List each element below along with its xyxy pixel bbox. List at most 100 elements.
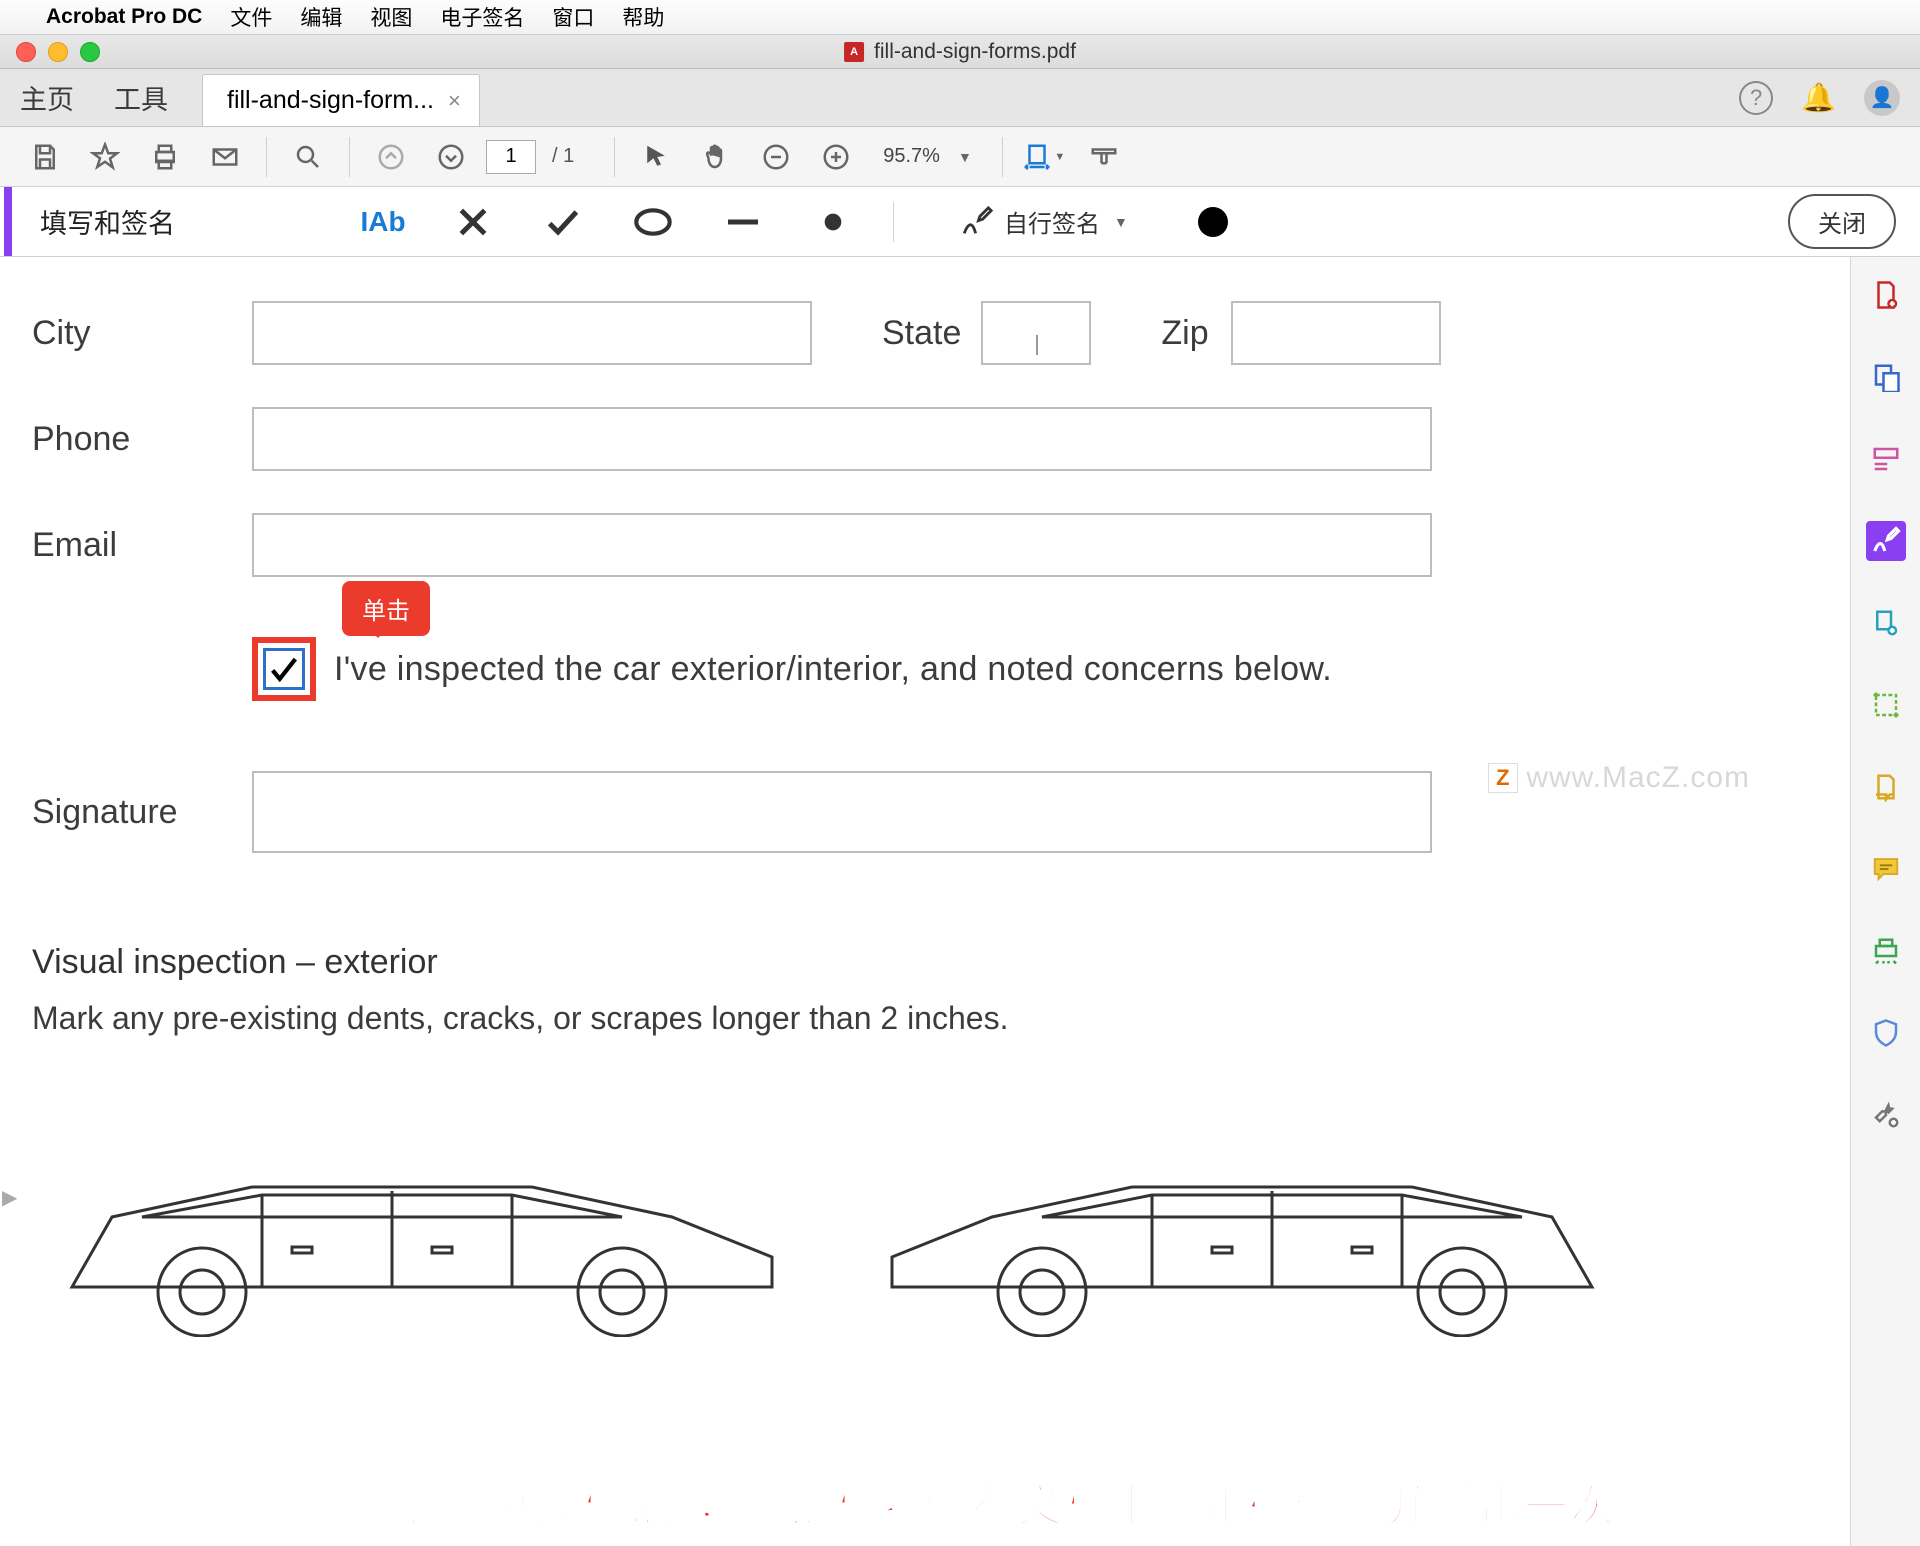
search-icon[interactable] <box>283 132 333 182</box>
read-mode-icon[interactable] <box>1079 132 1129 182</box>
menu-edit[interactable]: 编辑 <box>300 2 342 32</box>
watermark: Z www.MacZ.com <box>1488 761 1750 795</box>
tab-close-icon[interactable]: × <box>448 88 461 114</box>
input-city[interactable] <box>252 301 812 365</box>
watermark-logo-icon: Z <box>1488 763 1518 793</box>
menu-esign[interactable]: 电子签名 <box>440 2 524 32</box>
sign-self-label: 自行签名 <box>1004 204 1100 239</box>
menu-view[interactable]: 视图 <box>370 2 412 32</box>
note-icon[interactable] <box>1866 849 1906 889</box>
row-phone: Phone <box>32 407 1830 471</box>
pdf-icon: A <box>844 42 864 62</box>
page-number-input[interactable] <box>486 140 536 174</box>
label-zip: Zip <box>1161 314 1208 353</box>
mac-menubar: Acrobat Pro DC 文件 编辑 视图 电子签名 窗口 帮助 <box>0 0 1920 35</box>
menu-file[interactable]: 文件 <box>230 2 272 32</box>
select-tool-icon[interactable] <box>631 132 681 182</box>
row-inspected: 单击 I've inspected the car exterior/inter… <box>252 637 1830 701</box>
fillsign-rail-icon[interactable] <box>1866 521 1906 561</box>
protect-icon[interactable] <box>1866 1013 1906 1053</box>
window-close-button[interactable] <box>16 42 36 62</box>
window-maximize-button[interactable] <box>80 42 100 62</box>
car-side-left <box>32 1117 812 1337</box>
tab-file[interactable]: fill-and-sign-form... × <box>202 74 480 126</box>
pdf-page: City State Zip Phone Email 单击 I've inspe… <box>32 257 1830 1546</box>
notifications-icon[interactable]: 🔔 <box>1801 81 1836 114</box>
label-inspected: I've inspected the car exterior/interior… <box>334 650 1332 689</box>
window-titlebar: A fill-and-sign-forms.pdf <box>0 35 1920 69</box>
line-tool-icon[interactable] <box>723 202 763 242</box>
edit-pdf-icon[interactable] <box>1866 439 1906 479</box>
fillsign-toolbar: 填写和签名 IAb 自行签名 ▼ 关闭 <box>0 187 1920 257</box>
check-tool-icon[interactable] <box>543 202 583 242</box>
create-pdf-icon[interactable] <box>1866 275 1906 315</box>
menu-help[interactable]: 帮助 <box>622 2 664 32</box>
text-tool-icon[interactable]: IAb <box>363 202 403 242</box>
right-tool-rail <box>1850 257 1920 1546</box>
cross-tool-icon[interactable] <box>453 202 493 242</box>
row-email: Email <box>32 513 1830 577</box>
label-email: Email <box>32 526 252 565</box>
close-tool-button[interactable]: 关闭 <box>1788 194 1896 249</box>
fit-width-icon[interactable]: ▼ <box>1019 132 1069 182</box>
left-panel-expand-icon[interactable]: ▶ <box>0 1177 19 1218</box>
circle-tool-icon[interactable] <box>633 202 673 242</box>
page-down-icon[interactable] <box>426 132 476 182</box>
color-picker-black[interactable] <box>1198 207 1228 237</box>
checkbox-highlight-frame <box>252 637 316 701</box>
document-viewport[interactable]: ▶ City State Zip Phone Email 单击 I've i <box>0 257 1850 1546</box>
zoom-out-icon[interactable] <box>751 132 801 182</box>
input-zip[interactable] <box>1231 301 1441 365</box>
menu-window[interactable]: 窗口 <box>552 2 594 32</box>
sign-dropdown-icon[interactable]: ▼ <box>1114 214 1128 230</box>
input-phone[interactable] <box>252 407 1432 471</box>
export-pdf-icon[interactable] <box>1866 357 1906 397</box>
dot-tool-icon[interactable] <box>813 202 853 242</box>
save-icon[interactable] <box>20 132 70 182</box>
input-email[interactable] <box>252 513 1432 577</box>
crop-icon[interactable] <box>1866 685 1906 725</box>
tutorial-caption: 要添加「复选标记」，将鼠标悬停在文档中的正确位置并单击一次 <box>304 1470 1616 1534</box>
account-avatar[interactable]: 👤 <box>1864 80 1900 116</box>
checkmark-icon <box>267 652 301 686</box>
input-state[interactable] <box>981 301 1091 365</box>
comment-icon[interactable] <box>1866 767 1906 807</box>
tab-tools[interactable]: 工具 <box>94 69 188 126</box>
print-icon[interactable] <box>140 132 190 182</box>
sign-self-button[interactable]: 自行签名 ▼ <box>960 204 1128 239</box>
label-state: State <box>882 314 961 353</box>
app-name[interactable]: Acrobat Pro DC <box>46 5 202 29</box>
organize-pages-icon[interactable] <box>1866 603 1906 643</box>
zoom-in-icon[interactable] <box>811 132 861 182</box>
stamp-print-icon[interactable] <box>1866 931 1906 971</box>
zoom-dropdown-icon[interactable]: ▼ <box>958 149 972 165</box>
pan-tool-icon[interactable] <box>691 132 741 182</box>
page-up-icon[interactable] <box>366 132 416 182</box>
tab-home[interactable]: 主页 <box>0 69 94 126</box>
zoom-level[interactable]: 95.7% <box>883 145 940 168</box>
row-city: City State Zip <box>32 301 1830 365</box>
email-icon[interactable] <box>200 132 250 182</box>
traffic-lights <box>0 42 100 62</box>
label-city: City <box>32 314 252 353</box>
section-heading: Visual inspection – exterior <box>32 943 1830 982</box>
watermark-text: www.MacZ.com <box>1526 761 1750 795</box>
main-toolbar: / 1 95.7% ▼ ▼ <box>0 127 1920 187</box>
window-title-text: fill-and-sign-forms.pdf <box>874 40 1076 64</box>
car-side-right <box>852 1117 1632 1337</box>
page-total: / 1 <box>552 145 574 168</box>
more-tools-icon[interactable] <box>1866 1095 1906 1135</box>
checkbox-inspected[interactable] <box>263 648 305 690</box>
car-diagrams <box>32 1117 1830 1337</box>
section-instruction: Mark any pre-existing dents, cracks, or … <box>32 1000 1830 1037</box>
label-signature: Signature <box>32 793 252 832</box>
tool-accent-bar <box>4 187 12 256</box>
help-icon[interactable]: ? <box>1739 81 1773 115</box>
input-signature[interactable] <box>252 771 1432 853</box>
star-icon[interactable] <box>80 132 130 182</box>
window-minimize-button[interactable] <box>48 42 68 62</box>
tab-file-label: fill-and-sign-form... <box>227 86 434 115</box>
document-tabbar: 主页 工具 fill-and-sign-form... × ? 🔔 👤 <box>0 69 1920 127</box>
window-title: A fill-and-sign-forms.pdf <box>844 40 1076 64</box>
tooltip-click: 单击 <box>342 581 430 636</box>
